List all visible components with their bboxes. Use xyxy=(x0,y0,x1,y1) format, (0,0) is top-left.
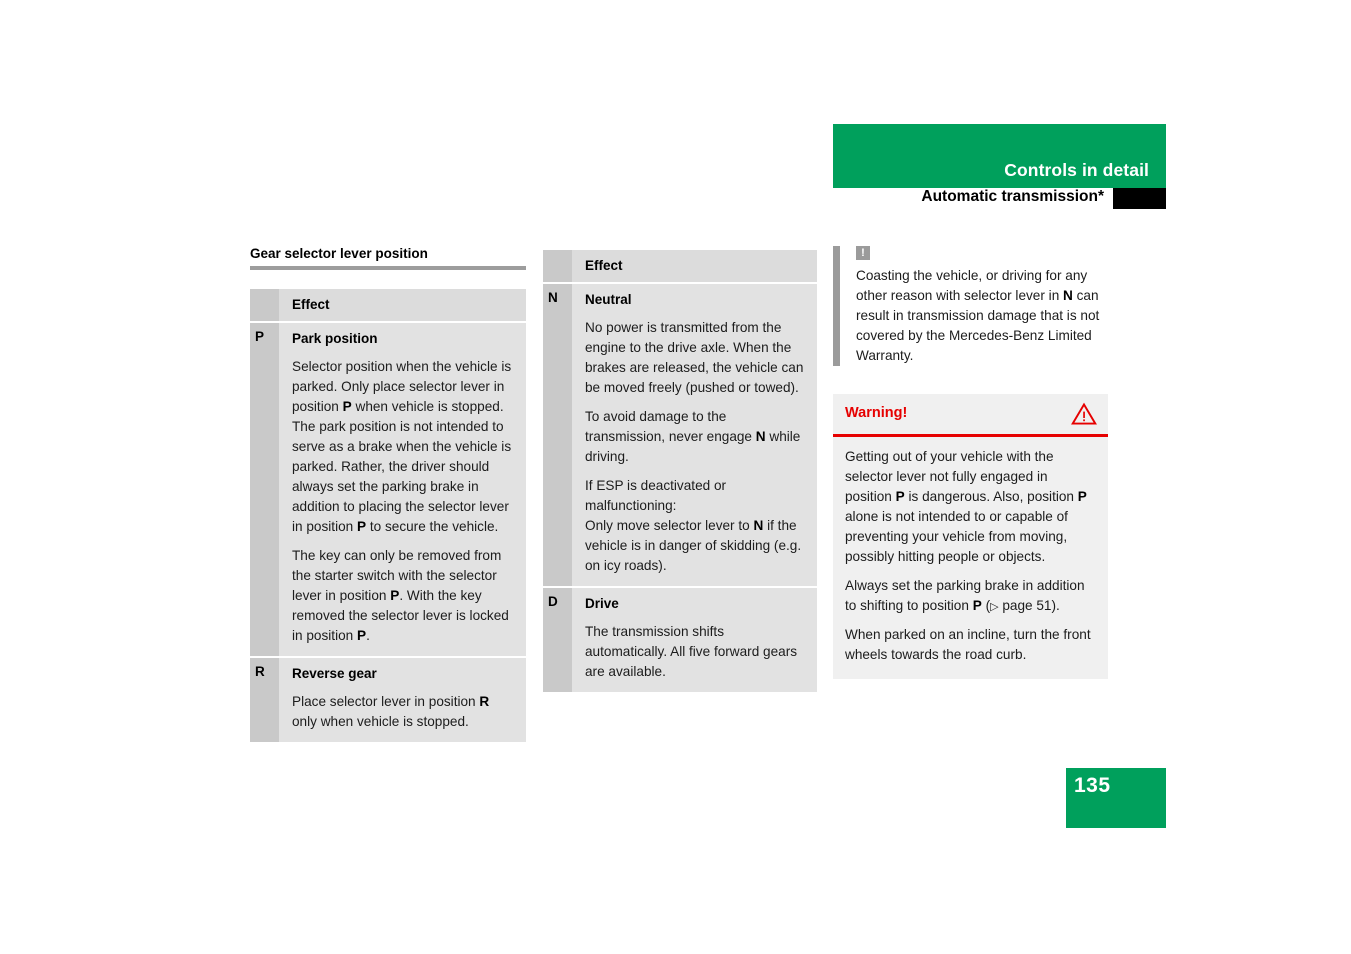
page-number-block: 135 xyxy=(1066,768,1166,828)
gear-description-cell: Drive The transmission shifts automatical… xyxy=(572,585,817,693)
gear-title: Neutral xyxy=(585,291,632,307)
gear-letter: D xyxy=(548,593,558,609)
table-header-label: Effect xyxy=(585,258,623,273)
gear-letter-cell: N xyxy=(543,281,572,587)
table-row: P Park position Selector position when the… xyxy=(250,320,526,657)
gear-paragraph: To avoid damage to the transmission, nev… xyxy=(585,409,801,464)
table-row: N Neutral No power is transmitted from the… xyxy=(543,281,817,587)
gear-title: Park position xyxy=(292,330,378,346)
note-box: ! Coasting the vehicle, or driving for a… xyxy=(833,246,1108,366)
warning-box: Warning! Getting out of your vehicle wit… xyxy=(833,394,1108,679)
table-header-row: Effect xyxy=(250,289,526,322)
page-number: 135 xyxy=(1074,774,1111,797)
gear-description-cell: Reverse gear Place selector lever in posi… xyxy=(279,655,526,743)
gear-letter-cell: P xyxy=(250,320,279,657)
note-text: Coasting the vehicle, or driving for any… xyxy=(856,268,1100,363)
warning-paragraph: Getting out of your vehicle with the sel… xyxy=(845,449,1087,564)
gear-title: Drive xyxy=(585,595,619,611)
warning-paragraph: Always set the parking brake in addition… xyxy=(845,577,1085,613)
table-header-label-cell: Effect xyxy=(572,250,817,283)
warning-title: Warning! xyxy=(845,405,908,421)
header-subtitle-row: Automatic transmission* xyxy=(833,188,1166,209)
header-green-band: Controls in detail xyxy=(833,124,1166,188)
table-header-row: Effect xyxy=(543,250,817,283)
warning-header: Warning! xyxy=(833,394,1108,437)
gear-letter: N xyxy=(548,289,558,305)
table-row: D Drive The transmission shifts automatica… xyxy=(543,585,817,693)
gear-paragraph: Selector position when the vehicle is pa… xyxy=(292,359,512,534)
gear-paragraph: If ESP is deactivated or malfunctioning:… xyxy=(585,477,802,573)
gear-description-cell: Park position Selector position when the … xyxy=(279,320,526,657)
warning-body: Getting out of your vehicle with the sel… xyxy=(833,437,1108,679)
gear-letter-cell: D xyxy=(543,585,572,693)
table-header-label-cell: Effect xyxy=(279,289,526,322)
header-subtitle: Automatic transmission* xyxy=(921,188,1104,205)
gear-table-left-body: Effect P Park position Selector position wh… xyxy=(250,289,526,743)
gear-paragraph: No power is transmitted from the engine … xyxy=(585,320,804,396)
table-header-letter-cell xyxy=(543,250,572,283)
gear-paragraph: Place selector lever in position R only … xyxy=(292,694,490,730)
gear-table-middle-body: Effect N Neutral No power is transmitted fr… xyxy=(543,250,817,693)
gear-letter-cell: R xyxy=(250,655,279,743)
header-section-title: Controls in detail xyxy=(1004,160,1149,180)
section-title-rule xyxy=(250,266,526,270)
warning-paragraph: When parked on an incline, turn the fron… xyxy=(845,626,1091,662)
gear-paragraph: The transmission shifts automatically. A… xyxy=(585,624,798,680)
gear-title: Reverse gear xyxy=(292,665,377,681)
warning-triangle-icon xyxy=(1071,402,1097,426)
gear-paragraph: The key can only be removed from the sta… xyxy=(292,547,509,643)
gear-letter: R xyxy=(255,663,265,679)
gear-description-cell: Neutral No power is transmitted from the … xyxy=(572,281,817,587)
table-header-label: Effect xyxy=(292,297,330,312)
header-black-tab xyxy=(1113,188,1166,209)
table-row: R Reverse gear Place selector lever in pos… xyxy=(250,655,526,743)
note-accent-bar xyxy=(833,246,840,366)
gear-table-middle: Effect N Neutral No power is transmitted fr… xyxy=(543,250,817,693)
exclamation-icon: ! xyxy=(856,246,870,260)
note-content: ! Coasting the vehicle, or driving for a… xyxy=(840,246,1108,366)
gear-letter: P xyxy=(255,328,265,344)
section-title: Gear selector lever position xyxy=(250,246,428,261)
table-header-letter-cell xyxy=(250,289,279,322)
gear-table-left: Effect P Park position Selector position wh… xyxy=(250,289,526,743)
